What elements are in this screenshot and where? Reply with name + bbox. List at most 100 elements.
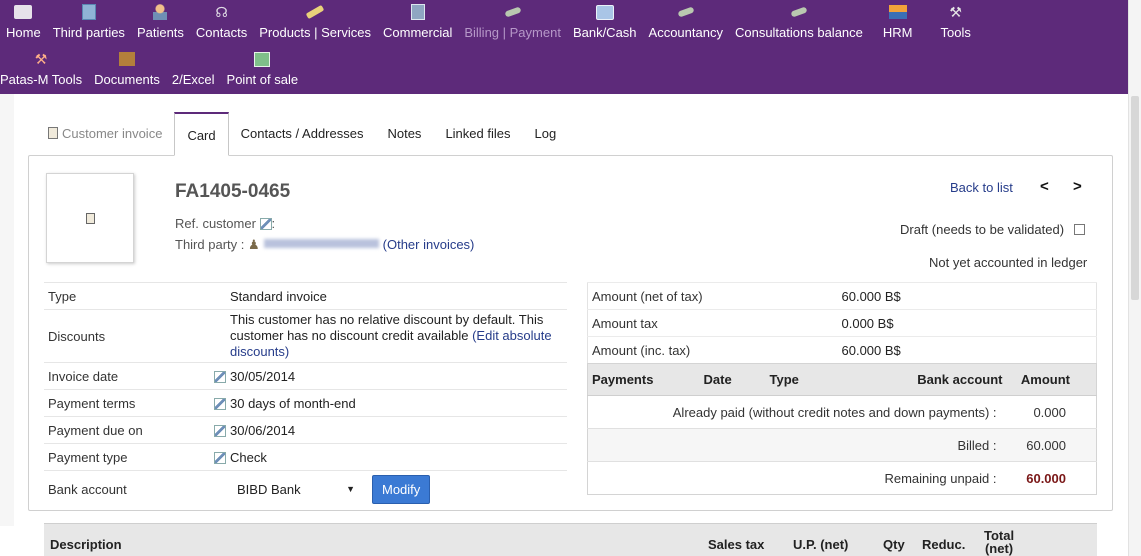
menu-item-point-of-sale[interactable]: Point of sale [221, 47, 305, 94]
table-row: Bank account BIBD Bank ▼ Modify [44, 470, 567, 509]
third-party-name-blurred[interactable] [263, 239, 379, 248]
menu-item-accountancy[interactable]: Accountancy [643, 0, 729, 47]
invoice-details-table: Type Standard invoice Discounts This cus… [44, 282, 567, 509]
tab-customer-invoice-title: Customer invoice [36, 112, 174, 156]
menu-item-consultations-balance[interactable]: Consultations balance [729, 0, 869, 47]
type-label: Type [44, 282, 202, 310]
menu-item-home[interactable]: Home [0, 0, 47, 47]
top-menu-bar: Home Third parties Patients ☊ Contacts P… [0, 0, 1128, 94]
menu-item-patas-tools[interactable]: ⚒ Patas-M Tools [0, 47, 88, 94]
tab-title-label: Customer invoice [62, 126, 163, 141]
edit-icon[interactable] [214, 370, 226, 383]
menu-item-hrm[interactable]: HRM [869, 0, 927, 47]
building-icon [79, 3, 99, 21]
menu-item-label: Patas-M Tools [0, 72, 83, 87]
bank-icon [595, 3, 615, 21]
table-row: Amount (net of tax) 60.000 B$ [587, 282, 1097, 310]
type-col-header: Type [765, 363, 886, 396]
table-row: Amount tax 0.000 B$ [587, 309, 1097, 337]
tab-linked-files[interactable]: Linked files [433, 112, 522, 156]
up-net-col-header: U.P. (net) [793, 537, 849, 552]
menu-item-label: Home [6, 25, 41, 40]
patient-icon [150, 3, 170, 21]
amount-tax-value: 0.000 B$ [837, 309, 1097, 337]
table-row: Discounts This customer has no relative … [44, 309, 567, 363]
edit-icon[interactable] [214, 424, 226, 437]
menu-item-label: Third parties [52, 25, 125, 40]
previous-record-icon[interactable]: < [1040, 178, 1049, 195]
menu-item-documents[interactable]: Documents [88, 47, 166, 94]
bank-account-selected: BIBD Bank [237, 482, 301, 498]
menu-item-label: 2/Excel [171, 72, 215, 87]
modify-button[interactable]: Modify [372, 475, 431, 505]
menu-item-label: Billing | Payment [464, 25, 561, 40]
table-row: Invoice date 30/05/2014 [44, 362, 567, 390]
draft-checkbox[interactable] [1074, 224, 1086, 235]
hrm-icon [888, 3, 908, 21]
menu-item-tools[interactable]: ⚒ Tools [927, 0, 977, 47]
top-menu-row-1: Home Third parties Patients ☊ Contacts P… [0, 0, 977, 47]
already-paid-label: Already paid (without credit notes and d… [587, 395, 1007, 429]
menu-item-contacts[interactable]: ☊ Contacts [190, 0, 253, 47]
menu-item-label: Bank/Cash [572, 25, 637, 40]
menu-item-products-services[interactable]: Products | Services [253, 0, 377, 47]
payment-terms-value: 30 days of month-end [230, 389, 567, 417]
next-record-icon[interactable]: > [1073, 178, 1082, 195]
top-menu-row-2: ⚒ Patas-M Tools Documents 2/Excel Point … [0, 47, 304, 94]
edit-icon[interactable] [259, 218, 272, 230]
menu-item-third-parties[interactable]: Third parties [47, 0, 131, 47]
menu-item-billing-payment[interactable]: Billing | Payment [458, 0, 567, 47]
table-row: Payment type Check [44, 443, 567, 471]
description-col-header: Description [50, 537, 122, 552]
pen-icon [305, 3, 325, 21]
tab-contacts-addresses[interactable]: Contacts / Addresses [229, 112, 376, 156]
tab-card[interactable]: Card [174, 112, 229, 156]
remaining-unpaid-label: Remaining unpaid : [587, 461, 1007, 495]
vertical-scrollbar[interactable] [1128, 0, 1141, 556]
type-value: Standard invoice [230, 282, 567, 310]
menu-item-commercial[interactable]: Commercial [377, 0, 458, 47]
home-icon [13, 3, 33, 21]
invoice-date-value: 30/05/2014 [230, 362, 567, 390]
company-icon: ♟ [247, 237, 260, 252]
menu-item-label: Accountancy [648, 25, 723, 40]
total-net-col-header: Total (net) [984, 529, 1014, 555]
patas-tools-icon: ⚒ [34, 50, 48, 67]
qty-col-header: Qty [883, 537, 905, 552]
menu-item-label: Point of sale [226, 72, 299, 87]
menu-item-label: Products | Services [259, 25, 371, 40]
payments-table: Payments Date Type Bank account Amount A… [587, 363, 1097, 495]
payment-due-value: 30/06/2014 [230, 416, 567, 444]
draft-status: Draft (needs to be validated) [900, 222, 1086, 237]
tab-notes[interactable]: Notes [375, 112, 433, 156]
payment-type-label: Payment type [44, 443, 202, 471]
amounts-table: Amount (net of tax) 60.000 B$ Amount tax… [587, 282, 1097, 364]
tab-log[interactable]: Log [522, 112, 568, 156]
amount-net-label: Amount (net of tax) [587, 282, 838, 310]
remaining-unpaid-value: 60.000 [1006, 461, 1097, 495]
table-row: Payment terms 30 days of month-end [44, 389, 567, 417]
menu-item-label: Documents [94, 72, 160, 87]
edit-icon[interactable] [214, 451, 226, 464]
table-row: Payment due on 30/06/2014 [44, 416, 567, 444]
amount-tax-label: Amount tax [587, 309, 838, 337]
invoice-doc-icon [85, 212, 95, 224]
sales-tax-col-header: Sales tax [708, 537, 765, 552]
menu-item-2excel[interactable]: 2/Excel [166, 47, 221, 94]
back-to-list-link[interactable]: Back to list [950, 180, 1013, 195]
edit-icon[interactable] [214, 397, 226, 410]
menu-item-bank-cash[interactable]: Bank/Cash [567, 0, 643, 47]
invoice-doc-icon [48, 127, 58, 139]
amount-inc-label: Amount (inc. tax) [587, 336, 838, 364]
menu-item-patients[interactable]: Patients [131, 0, 190, 47]
menu-item-label: Contacts [195, 25, 248, 40]
commercial-icon [408, 3, 428, 21]
scrollbar-thumb[interactable] [1131, 96, 1139, 300]
bank-account-select[interactable]: BIBD Bank ▼ [230, 476, 364, 503]
invoice-lines-header: Description Sales tax U.P. (net) Qty Red… [44, 523, 1097, 556]
other-invoices-link[interactable]: (Other invoices) [383, 237, 475, 252]
third-party-row: Third party : ♟ (Other invoices) [175, 237, 474, 253]
accounting-status: Not yet accounted in ledger [929, 255, 1088, 270]
table-row: Already paid (without credit notes and d… [587, 395, 1097, 429]
discounts-label: Discounts [44, 309, 202, 363]
